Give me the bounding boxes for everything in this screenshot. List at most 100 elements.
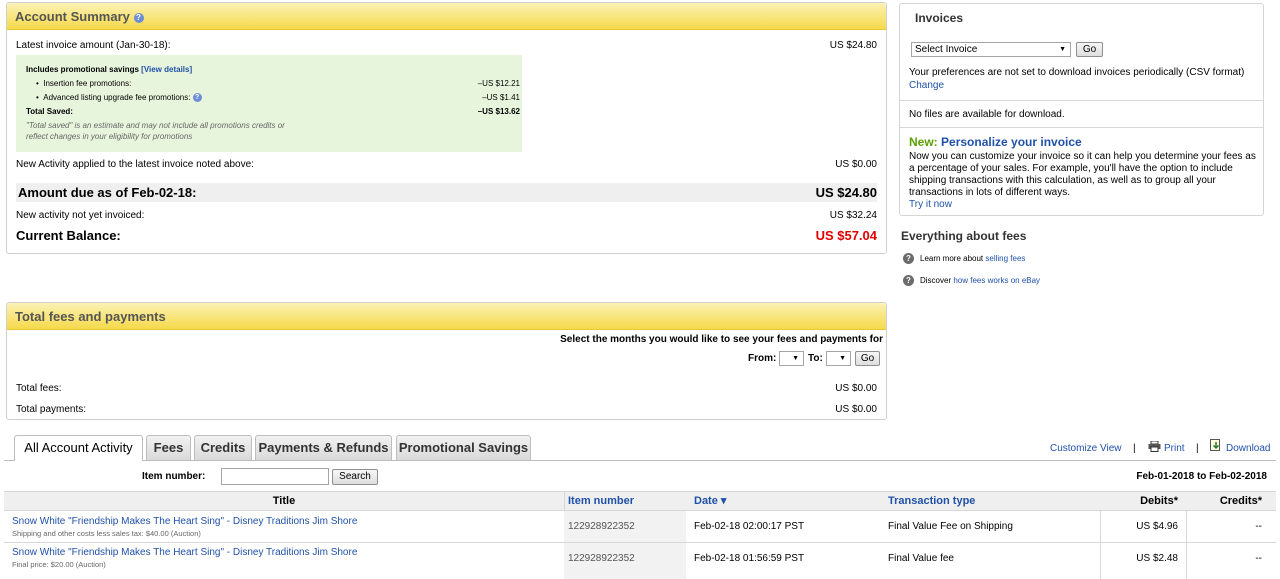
total-saved-value: –US $13.62 <box>477 107 520 116</box>
item-title-link[interactable]: Snow White "Friendship Makes The Heart S… <box>12 516 357 527</box>
total-fees-title: Total fees and payments <box>15 309 166 324</box>
fees-go-button[interactable]: Go <box>855 351 880 366</box>
select-invoice-dropdown[interactable]: Select Invoice ▼ <box>911 42 1071 57</box>
total-fees-label: Total fees: <box>16 383 62 394</box>
customize-view-link[interactable]: Customize View <box>1050 443 1122 454</box>
item-number-label: Item number: <box>142 471 206 482</box>
date-range: Feb-01-2018 to Feb-02-2018 <box>1136 471 1267 482</box>
account-summary-header: Account Summary ? <box>7 3 886 30</box>
invoice-preferences-text: Your preferences are not set to download… <box>909 67 1245 78</box>
from-month-dropdown[interactable]: ▼ <box>779 351 804 366</box>
column-title[interactable]: Title <box>4 491 564 511</box>
chevron-down-icon: ▼ <box>1059 46 1066 53</box>
fees-info-title: Everything about fees <box>901 229 1027 243</box>
personalize-heading: New: Personalize your invoice <box>909 135 1082 149</box>
invoice-go-button[interactable]: Go <box>1076 42 1103 57</box>
account-summary-panel: Account Summary ? Latest invoice amount … <box>6 2 887 254</box>
download-icon[interactable] <box>1210 439 1222 452</box>
current-balance-row: Current Balance: US $57.04 <box>16 228 877 243</box>
total-payments-row: Total payments: US $0.00 <box>16 404 877 415</box>
tab-payments-refunds[interactable]: Payments & Refunds <box>255 435 392 460</box>
tab-promotional-savings[interactable]: Promotional Savings <box>396 435 531 460</box>
transaction-type: Final Value Fee on Shipping <box>888 521 1013 532</box>
tab-credits[interactable]: Credits <box>194 435 252 460</box>
personalize-invoice-link[interactable]: Personalize your invoice <box>941 135 1082 149</box>
not-invoiced-value: US $32.24 <box>829 210 877 221</box>
divider <box>900 127 1263 128</box>
column-debits: Debits* <box>1140 495 1178 507</box>
help-icon: ? <box>903 253 914 264</box>
column-transaction-type[interactable]: Transaction type <box>888 491 975 511</box>
not-invoiced-label: New activity not yet invoiced: <box>16 210 145 221</box>
how-fees-work-link[interactable]: how fees works on eBay <box>953 276 1040 285</box>
help-icon: ? <box>903 275 914 286</box>
debit-amount: US $4.96 <box>1136 521 1178 532</box>
download-link[interactable]: Download <box>1226 443 1270 454</box>
separator: | <box>1196 443 1199 454</box>
invoices-panel: Invoices Select Invoice ▼ Go Your prefere… <box>899 3 1264 216</box>
item-number: 122928922352 <box>568 521 635 532</box>
column-credits: Credits* <box>1219 495 1262 507</box>
item-number: 122928922352 <box>568 553 635 564</box>
account-summary-title: Account Summary <box>15 9 130 24</box>
to-month-dropdown[interactable]: ▼ <box>826 351 851 366</box>
personalize-description: Now you can customize your invoice so it… <box>909 151 1256 198</box>
divider <box>900 100 1263 101</box>
transaction-type: Final Value fee <box>888 553 954 564</box>
credit-amount: -- <box>1255 553 1262 564</box>
new-activity-value: US $0.00 <box>835 159 877 170</box>
tab-all-account-activity[interactable]: All Account Activity <box>14 435 143 461</box>
latest-invoice-row: Latest invoice amount (Jan-30-18): US $2… <box>16 40 877 51</box>
item-title-link[interactable]: Snow White "Friendship Makes The Heart S… <box>12 547 357 558</box>
latest-invoice-value: US $24.80 <box>829 40 877 51</box>
to-label: To: <box>808 353 823 364</box>
item-subtext: Final price: $20.00 (Auction) <box>12 560 106 569</box>
search-button[interactable]: Search <box>332 469 378 485</box>
current-balance-value: US $57.04 <box>815 228 877 243</box>
total-payments-label: Total payments: <box>16 404 87 415</box>
print-icon[interactable] <box>1148 440 1161 452</box>
latest-invoice-label: Latest invoice amount (Jan-30-18): <box>16 40 171 51</box>
promo-item-value: –US $12.21 <box>477 79 520 88</box>
total-fees-panel: Total fees and payments Select the month… <box>6 302 887 420</box>
view-details-link[interactable]: [View details] <box>141 65 192 74</box>
current-balance-label: Current Balance: <box>16 228 121 243</box>
promo-item-value: –US $1.41 <box>482 93 520 102</box>
selling-fees-link[interactable]: selling fees <box>985 254 1025 263</box>
tab-fees[interactable]: Fees <box>146 435 191 460</box>
select-months-text: Select the months you would like to see … <box>560 334 883 345</box>
item-subtext: Shipping and other costs less sales tax:… <box>12 529 201 538</box>
invoices-title: Invoices <box>915 11 964 25</box>
total-fees-header: Total fees and payments <box>7 303 886 330</box>
chevron-down-icon: ▼ <box>792 355 799 362</box>
fees-info-line: Discover how fees works on eBay <box>920 276 1041 285</box>
promo-note-line: reflect changes in your eligibility for … <box>26 132 193 141</box>
promo-heading: Includes promotional savings <box>26 65 139 74</box>
debit-amount: US $2.48 <box>1136 553 1178 564</box>
help-icon[interactable]: ? <box>133 12 144 23</box>
table-row: Snow White "Friendship Makes The Heart S… <box>4 511 1276 542</box>
from-label: From: <box>748 353 777 364</box>
total-saved-label: Total Saved: <box>26 107 73 116</box>
total-payments-value: US $0.00 <box>835 404 877 415</box>
promo-item: • Advanced listing upgrade fee promotion… <box>36 93 202 103</box>
transaction-date: Feb-02-18 01:56:59 PST <box>694 553 805 564</box>
change-preferences-link[interactable]: Change <box>909 80 944 91</box>
promo-item: • Insertion fee promotions: <box>36 79 132 88</box>
credit-amount: -- <box>1255 521 1262 532</box>
print-link[interactable]: Print <box>1164 443 1185 454</box>
total-fees-row: Total fees: US $0.00 <box>16 383 877 394</box>
try-it-now-link[interactable]: Try it now <box>909 199 952 210</box>
column-item-number[interactable]: Item number <box>568 491 634 511</box>
new-activity-row: New Activity applied to the latest invoi… <box>16 159 877 170</box>
fees-info-line: Learn more about selling fees <box>920 254 1026 263</box>
separator: | <box>1133 443 1136 454</box>
table-row: Snow White "Friendship Makes The Heart S… <box>4 543 1276 574</box>
total-fees-value: US $0.00 <box>835 383 877 394</box>
column-date[interactable]: Date ▾ <box>694 491 726 511</box>
new-label: New: <box>909 135 938 149</box>
item-number-input[interactable] <box>221 468 329 485</box>
tab-bar-line <box>4 460 1276 461</box>
help-icon[interactable]: ? <box>192 93 202 103</box>
new-activity-label: New Activity applied to the latest invoi… <box>16 159 254 170</box>
